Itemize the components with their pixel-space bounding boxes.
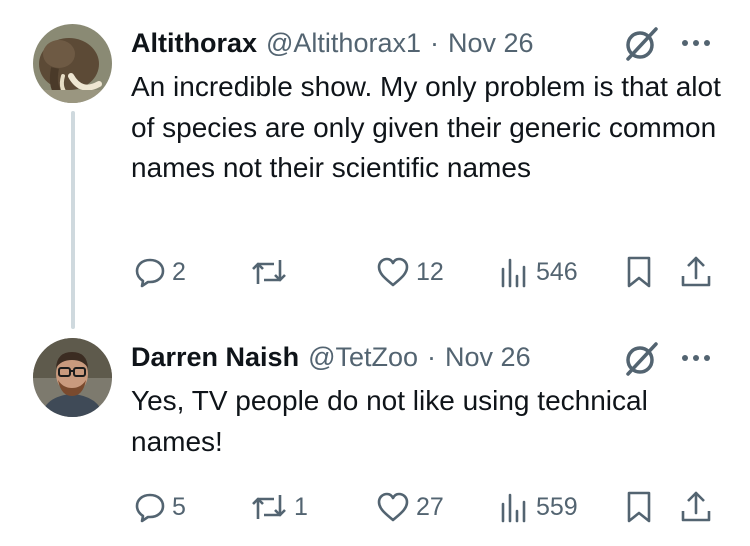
grok-icon[interactable] <box>622 23 662 63</box>
heart-icon <box>377 492 409 522</box>
tweet-header: Altithorax @Altithorax1 · Nov 26 <box>131 25 534 61</box>
view-count: 546 <box>536 257 578 286</box>
views-icon <box>501 493 526 523</box>
date-separator: · <box>427 341 437 372</box>
reply-count: 5 <box>172 492 186 521</box>
tweet-date[interactable]: Nov 26 <box>448 28 534 59</box>
person-avatar-image <box>33 338 112 417</box>
bookmark-icon <box>627 491 651 523</box>
reply-count: 2 <box>172 257 186 286</box>
view-count: 559 <box>536 492 578 521</box>
author-handle[interactable]: @Altithorax1 <box>266 28 421 59</box>
grok-icon[interactable] <box>622 338 662 378</box>
author-name[interactable]: Altithorax <box>131 28 257 59</box>
share-icon <box>681 256 711 287</box>
bookmark-icon <box>627 256 651 288</box>
author-handle[interactable]: @TetZoo <box>308 342 418 373</box>
heart-icon <box>377 257 409 287</box>
tweet-text: Yes, TV people do not like using technic… <box>131 385 648 457</box>
more-icon[interactable] <box>676 23 716 63</box>
views-icon <box>501 258 526 288</box>
repost-button[interactable]: 1 <box>250 489 308 525</box>
like-count: 12 <box>416 257 444 286</box>
reply-button[interactable]: 5 <box>134 489 186 525</box>
more-icon[interactable] <box>676 338 716 378</box>
like-count: 27 <box>416 492 444 521</box>
bookmark-button[interactable] <box>621 254 657 290</box>
views-button[interactable]: 559 <box>498 489 578 525</box>
views-button[interactable]: 546 <box>498 254 578 290</box>
share-icon <box>681 491 711 522</box>
reply-icon <box>135 493 165 523</box>
reply-button[interactable]: 2 <box>134 254 186 290</box>
repost-count: 1 <box>294 492 308 521</box>
repost-icon <box>252 495 286 519</box>
repost-icon <box>252 260 286 284</box>
thread-connector-line <box>71 111 75 329</box>
author-name[interactable]: Darren Naish <box>131 342 299 373</box>
repost-button[interactable] <box>250 254 294 290</box>
mammoth-avatar-image <box>33 24 112 103</box>
like-button[interactable]: 27 <box>376 489 444 525</box>
tweet-text: An incredible show. My only problem is t… <box>131 71 721 183</box>
share-button[interactable] <box>678 489 714 525</box>
bookmark-button[interactable] <box>621 489 657 525</box>
like-button[interactable]: 12 <box>376 254 444 290</box>
tweet-header: Darren Naish @TetZoo · Nov 26 <box>131 339 531 375</box>
date-separator: · <box>430 27 439 58</box>
avatar[interactable] <box>33 338 112 417</box>
reply-icon <box>135 258 165 288</box>
tweet-date[interactable]: Nov 26 <box>445 342 531 373</box>
share-button[interactable] <box>678 254 714 290</box>
avatar[interactable] <box>33 24 112 103</box>
